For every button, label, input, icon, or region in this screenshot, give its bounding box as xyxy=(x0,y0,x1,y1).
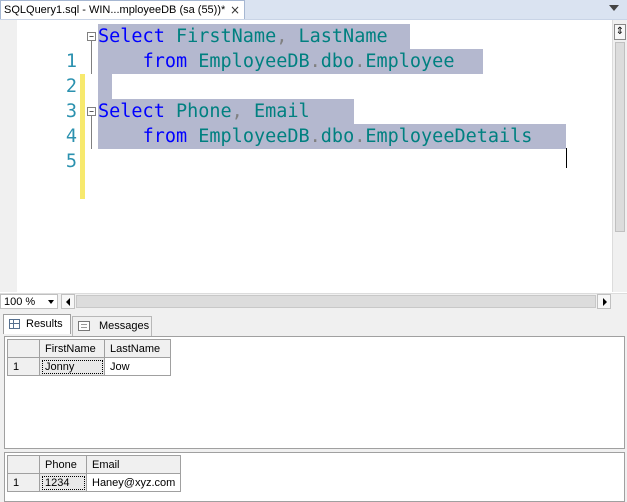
punctuation: . xyxy=(309,51,321,72)
close-icon[interactable]: × xyxy=(230,3,240,17)
column-header[interactable]: FirstName xyxy=(39,339,105,358)
tab-list-dropdown-icon[interactable] xyxy=(609,5,619,11)
collapse-icon[interactable]: − xyxy=(87,107,96,116)
text-caret xyxy=(566,148,567,168)
horizontal-scrollbar-thumb[interactable] xyxy=(76,295,596,308)
row-number[interactable]: 1 xyxy=(7,473,40,492)
line-number: 5 xyxy=(65,151,77,172)
editor-vertical-scrollbar[interactable]: ⇕ xyxy=(612,20,627,292)
table-row: 1 1234 Haney@xyz.com xyxy=(7,473,182,492)
database-name: EmployeeDB xyxy=(198,126,310,147)
sql-keyword: from xyxy=(142,51,188,72)
change-marker xyxy=(80,174,85,199)
results-pane: Results Messages FirstName LastName 1 Jo… xyxy=(0,310,627,502)
table-name: EmployeeDetails xyxy=(365,126,533,147)
table-row: 1 Jonny Jow xyxy=(7,357,171,376)
column-name: FirstName xyxy=(175,26,277,47)
result-grid-2[interactable]: Phone Email 1 1234 Haney@xyz.com xyxy=(4,452,625,502)
zoom-level: 100 % xyxy=(4,296,36,308)
sql-keyword: Select xyxy=(98,101,165,122)
zoom-dropdown[interactable]: 100 % xyxy=(0,294,58,309)
split-window-icon[interactable]: ⇕ xyxy=(614,24,626,40)
column-header[interactable]: LastName xyxy=(104,339,171,358)
punctuation: , xyxy=(276,26,288,47)
column-header[interactable]: Email xyxy=(85,455,182,474)
results-table: FirstName LastName 1 Jonny Jow xyxy=(7,339,171,376)
editor-bottom-bar: 100 % xyxy=(0,293,627,310)
table-name: Employee xyxy=(365,51,455,72)
sql-keyword: from xyxy=(142,126,188,147)
messages-icon xyxy=(78,321,90,331)
schema-name: dbo xyxy=(320,126,355,147)
results-table: Phone Email 1 1234 Haney@xyz.com xyxy=(7,455,182,492)
code-line: 2 from EmployeeDB.dbo.Employee xyxy=(0,49,612,124)
code-line: 3 xyxy=(0,74,612,149)
column-name: Phone xyxy=(175,101,232,122)
punctuation: , xyxy=(231,101,243,122)
punctuation: . xyxy=(354,126,366,147)
row-header-corner[interactable] xyxy=(7,339,40,358)
punctuation: . xyxy=(354,51,366,72)
row-number[interactable]: 1 xyxy=(7,357,40,376)
sql-keyword: Select xyxy=(98,26,165,47)
chevron-down-icon xyxy=(48,300,54,304)
table-cell[interactable]: Jow xyxy=(104,357,171,376)
document-tab-bar: SQLQuery1.sql - WIN...mployeeDB (sa (55)… xyxy=(0,0,627,20)
tab-results[interactable]: Results xyxy=(3,314,71,334)
tab-title: SQLQuery1.sql - WIN...mployeeDB (sa (55)… xyxy=(4,4,226,16)
query-editor[interactable]: 1 − Select FirstName, LastName 2 from Em… xyxy=(0,20,612,292)
column-name: LastName xyxy=(298,26,388,47)
grid-icon xyxy=(9,319,20,329)
code-line: 1 − Select FirstName, LastName xyxy=(0,24,612,99)
scrollbar-thumb[interactable] xyxy=(615,42,625,232)
query-document-tab[interactable]: SQLQuery1.sql - WIN...mployeeDB (sa (55)… xyxy=(0,0,245,19)
collapse-icon[interactable]: − xyxy=(87,32,96,41)
scroll-left-icon[interactable] xyxy=(61,294,75,309)
scroll-right-icon[interactable] xyxy=(597,294,611,309)
table-cell[interactable]: Jonny xyxy=(39,357,105,376)
table-cell[interactable]: 1234 xyxy=(39,473,87,492)
column-name: Email xyxy=(253,101,310,122)
code-line: 4 − Select Phone, Email xyxy=(0,99,612,174)
database-name: EmployeeDB xyxy=(198,51,310,72)
tab-label: Messages xyxy=(99,320,150,332)
result-grid-1[interactable]: FirstName LastName 1 Jonny Jow xyxy=(4,336,625,449)
code-line: 5 from EmployeeDB.dbo.EmployeeDetails xyxy=(0,124,612,199)
table-cell[interactable]: Haney@xyz.com xyxy=(85,473,182,492)
tab-label: Results xyxy=(26,318,63,330)
change-marker xyxy=(80,149,85,174)
schema-name: dbo xyxy=(320,51,355,72)
row-header-corner[interactable] xyxy=(7,455,40,474)
punctuation: . xyxy=(309,126,321,147)
column-header[interactable]: Phone xyxy=(39,455,87,474)
tab-messages[interactable]: Messages xyxy=(72,316,152,336)
